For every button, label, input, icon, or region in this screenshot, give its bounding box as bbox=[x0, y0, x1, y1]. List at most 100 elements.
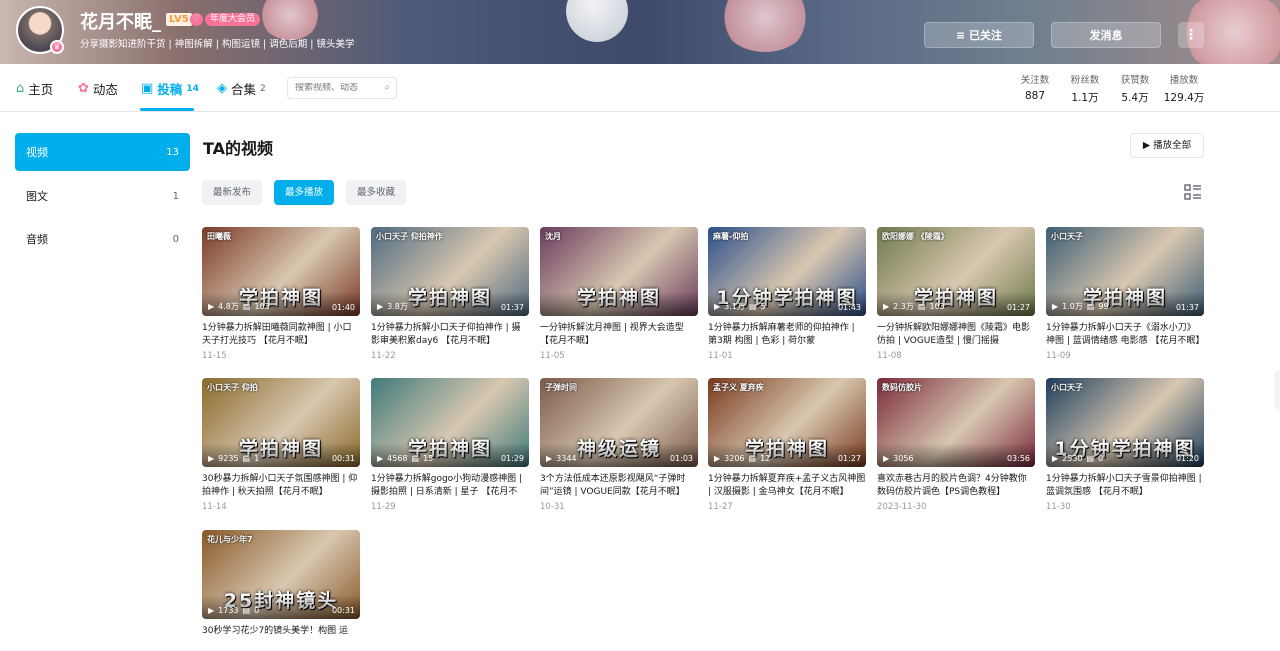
message-button[interactable]: 发消息 bbox=[1051, 22, 1161, 48]
sort-most-favorited-button[interactable]: 最多收藏 bbox=[346, 180, 407, 205]
video-title[interactable]: 30秒暴力拆解小口天子氛围感神图 | 仰拍神作 | 秋天拍照【花月不眠】 bbox=[202, 473, 360, 499]
tab-dynamic[interactable]: ✿ 动态 bbox=[78, 79, 118, 98]
video-thumbnail[interactable]: 麻薯-仰拍1分钟学拍神图▶3.1万▤501:43 bbox=[708, 227, 866, 316]
video-date: 2023-11-30 bbox=[877, 502, 927, 512]
tab-home[interactable]: ⌂ 主页 bbox=[16, 79, 53, 98]
video-card[interactable]: 花儿与少年725封神镜头▶1733▤000:31 30秒学习花少7的镜头美学！构图… bbox=[202, 530, 360, 651]
profile-banner: ♛ 花月不眠_ LV5 ♡ 年度大会员 分享摄影知进阶干货 | 神图拆解 | 构… bbox=[0, 0, 1280, 64]
video-thumbnail[interactable]: 学拍神图▶4568▤1501:29 bbox=[371, 378, 529, 467]
search-icon[interactable]: ⌕ bbox=[384, 78, 390, 98]
profile-nav: ⌂ 主页 ✿ 动态 ▣ 投稿 14 ◈ 合集 2 ⌕ 关注数 887 粉丝数 1… bbox=[0, 64, 1280, 112]
sidebar-item-article[interactable]: 图文 1 bbox=[15, 177, 190, 215]
sort-latest-button[interactable]: 最新发布 bbox=[202, 180, 263, 205]
video-thumbnail[interactable]: 田曦薇学拍神图▶4.8万▤10301:40 bbox=[202, 227, 360, 316]
video-thumbnail[interactable]: 小口天子学拍神图▶1.0万▤9901:37 bbox=[1046, 227, 1204, 316]
blossom-decoration bbox=[720, 0, 810, 52]
list-view-icon[interactable] bbox=[1184, 184, 1202, 200]
video-thumbnail[interactable]: 小口天子 仰拍神作学拍神图▶3.8万01:37 bbox=[371, 227, 529, 316]
video-card[interactable]: 子弹时间神级运镜▶334401:03 3个方法低成本还原影视飓风“子弹时间”运镜 … bbox=[540, 378, 698, 512]
video-duration: 01:03 bbox=[669, 454, 693, 463]
video-title[interactable]: 喜欢赤巷古月的胶片色调？4分钟教你数码仿胶片调色【PS调色教程】 bbox=[877, 473, 1035, 499]
signature: 分享摄影知进阶干货 | 神图拆解 | 构图运镜 | 调色后期 | 镜头美学 bbox=[80, 39, 355, 50]
sidebar-item-label: 音频 bbox=[26, 233, 48, 246]
moon-decoration bbox=[566, 0, 628, 42]
video-thumbnail[interactable]: 子弹时间神级运镜▶334401:03 bbox=[540, 378, 698, 467]
stat-views: 播放数 129.4万 bbox=[1162, 72, 1206, 105]
video-meta: ▶ 9235 ▤ 1 bbox=[208, 454, 259, 463]
video-title[interactable]: 1分钟暴力拆解小口天子仰拍神作 | 摄影审美积累day6 【花月不眠】 bbox=[371, 322, 529, 348]
danmaku-count: 103 bbox=[929, 302, 945, 311]
search-box[interactable]: ⌕ bbox=[287, 77, 397, 99]
video-card[interactable]: 数码仿胶片 ▶ 3056 03:56 喜欢赤巷古月的胶片色调？4分钟教你数码仿胶片调色【… bbox=[877, 378, 1035, 512]
video-date: 11-08 bbox=[877, 351, 902, 361]
section-title: TA的视频 bbox=[203, 139, 274, 158]
sidebar-item-audio[interactable]: 音频 0 bbox=[15, 220, 190, 258]
play-count-icon: ▶ bbox=[883, 454, 890, 463]
video-title[interactable]: 1分钟暴力拆解麻薯老师的仰拍神作 | 第3期 构图 | 色彩 | 荷尔蒙 bbox=[708, 322, 866, 348]
stat-followers[interactable]: 粉丝数 1.1万 bbox=[1066, 72, 1104, 105]
video-card[interactable]: 小口天子1分钟学拍神图▶2530▤001:20 1分钟暴力拆解小口天子雪景仰拍神图… bbox=[1046, 378, 1204, 512]
video-card[interactable]: 欧阳娜娜 《陵霜》学拍神图▶2.3万▤10301:27 一分钟拆解欧阳娜娜神图《陵… bbox=[877, 227, 1035, 361]
video-card[interactable]: 田曦薇学拍神图▶4.8万▤10301:40 1分钟暴力拆解田曦薇同款神图 | 小口… bbox=[202, 227, 360, 361]
video-date: 11-22 bbox=[371, 351, 396, 361]
play-count-icon: ▶ bbox=[714, 454, 721, 463]
video-meta: ▶ 2530 ▤ 0 bbox=[1052, 454, 1103, 463]
thumbnail-tag: 小口天子 仰拍 bbox=[207, 383, 258, 392]
video-card[interactable]: 麻薯-仰拍1分钟学拍神图▶3.1万▤501:43 1分钟暴力拆解麻薯老师的仰拍神作… bbox=[708, 227, 866, 361]
video-thumbnail[interactable]: 孟子义 夏弃疾学拍神图▶3206▤1201:27 bbox=[708, 378, 866, 467]
tab-collections[interactable]: ◈ 合集 2 bbox=[217, 79, 266, 98]
video-title[interactable]: 一分钟拆解沈月神图 | 视界大会造型 【花月不眠】 bbox=[540, 322, 698, 348]
search-input[interactable] bbox=[295, 83, 375, 93]
scroll-handle[interactable] bbox=[1274, 370, 1280, 410]
video-title[interactable]: 1分钟暴力拆解夏弃疾+孟子义古风神图 | 汉服摄影 | 金乌神女【花月不眠】 bbox=[708, 473, 866, 499]
video-card[interactable]: 沈月学拍神图一分钟拆解沈月神图 | 视界大会造型 【花月不眠】 11-05 bbox=[540, 227, 698, 361]
vip-badge[interactable]: 年度大会员 bbox=[205, 13, 261, 26]
video-date: 11-09 bbox=[1046, 351, 1071, 361]
video-thumbnail[interactable]: 沈月学拍神图 bbox=[540, 227, 698, 316]
play-count: 3.1万 bbox=[724, 302, 745, 311]
video-thumbnail[interactable]: 数码仿胶片 ▶ 3056 03:56 bbox=[877, 378, 1035, 467]
thumbnail-tag: 小口天子 bbox=[1051, 232, 1083, 241]
video-thumbnail[interactable]: 小口天子 仰拍学拍神图▶9235▤100:31 bbox=[202, 378, 360, 467]
video-title[interactable]: 1分钟暴力拆解小口天子雪景仰拍神图 | 蓝调氛围感 【花月不眠】 bbox=[1046, 473, 1204, 499]
video-card[interactable]: 小口天子 仰拍学拍神图▶9235▤100:31 30秒暴力拆解小口天子氛围感神图 … bbox=[202, 378, 360, 512]
avatar-badge-icon: ♛ bbox=[50, 40, 64, 54]
more-options-button[interactable]: ⋮ bbox=[1178, 22, 1204, 48]
danmaku-count: 99 bbox=[1098, 302, 1109, 311]
video-title[interactable]: 1分钟暴力拆解小口天子《溺水小刀》神图 | 蓝调情绪感 电影感 【花月不眠】 bbox=[1046, 322, 1204, 348]
vip-icon: ♡ bbox=[190, 13, 203, 26]
dynamic-icon: ✿ bbox=[78, 81, 89, 96]
tab-posts-count: 14 bbox=[186, 83, 199, 94]
video-card[interactable]: 小口天子 仰拍神作学拍神图▶3.8万01:37 1分钟暴力拆解小口天子仰拍神作 |… bbox=[371, 227, 529, 361]
play-count: 9235 bbox=[218, 454, 239, 463]
video-card[interactable]: 孟子义 夏弃疾学拍神图▶3206▤1201:27 1分钟暴力拆解夏弃疾+孟子义古风… bbox=[708, 378, 866, 512]
video-title[interactable]: 1分钟暴力拆解田曦薇同款神图 | 小口天子打光技巧 【花月不眠】 bbox=[202, 322, 360, 348]
follow-button[interactable]: ≡ 已关注 bbox=[924, 22, 1034, 48]
video-title[interactable]: 一分钟拆解欧阳娜娜神图《陵霜》电影仿拍 | VOGUE造型 | 慢门摇摄 bbox=[877, 322, 1035, 348]
play-count: 3206 bbox=[724, 454, 745, 463]
video-date: 11-29 bbox=[371, 502, 396, 512]
video-meta: ▶ 4.8万 ▤ 103 bbox=[208, 301, 270, 312]
video-title[interactable]: 3个方法低成本还原影视飓风“子弹时间”运镜 | VOGUE同款【花月不眠】 bbox=[540, 473, 698, 499]
play-all-button[interactable]: ▶ 播放全部 bbox=[1130, 133, 1204, 158]
video-duration: 01:29 bbox=[500, 454, 524, 463]
tab-posts[interactable]: ▣ 投稿 14 bbox=[141, 79, 199, 98]
sort-most-played-button[interactable]: 最多播放 bbox=[274, 180, 335, 205]
video-thumbnail[interactable]: 欧阳娜娜 《陵霜》学拍神图▶2.3万▤10301:27 bbox=[877, 227, 1035, 316]
video-title[interactable]: 30秒学习花少7的镜头美学！构图 运 bbox=[202, 625, 360, 651]
video-thumbnail[interactable]: 小口天子1分钟学拍神图▶2530▤001:20 bbox=[1046, 378, 1204, 467]
video-thumbnail[interactable]: 花儿与少年725封神镜头▶1733▤000:31 bbox=[202, 530, 360, 619]
video-card[interactable]: 学拍神图▶4568▤1501:29 1分钟暴力拆解gogo小狗动漫感神图 | 摄影… bbox=[371, 378, 529, 512]
video-meta: ▶ 3.1万 ▤ 5 bbox=[714, 301, 766, 312]
video-meta: ▶ 1.0万 ▤ 99 bbox=[1052, 301, 1109, 312]
sidebar-item-video[interactable]: 视频 13 bbox=[15, 133, 190, 171]
play-count-icon: ▶ bbox=[208, 454, 215, 463]
video-meta: ▶ 3206 ▤ 12 bbox=[714, 454, 770, 463]
stat-following[interactable]: 关注数 887 bbox=[1018, 72, 1052, 102]
play-count-icon: ▶ bbox=[1052, 302, 1059, 311]
video-card[interactable]: 小口天子学拍神图▶1.0万▤9901:37 1分钟暴力拆解小口天子《溺水小刀》神图… bbox=[1046, 227, 1204, 361]
danmaku-icon: ▤ bbox=[411, 454, 420, 463]
blossom-decoration bbox=[260, 0, 320, 40]
thumbnail-tag: 沈月 bbox=[545, 232, 561, 241]
video-title[interactable]: 1分钟暴力拆解gogo小狗动漫感神图 | 摄影拍照 | 日系清新 | 星子 【花… bbox=[371, 473, 529, 499]
